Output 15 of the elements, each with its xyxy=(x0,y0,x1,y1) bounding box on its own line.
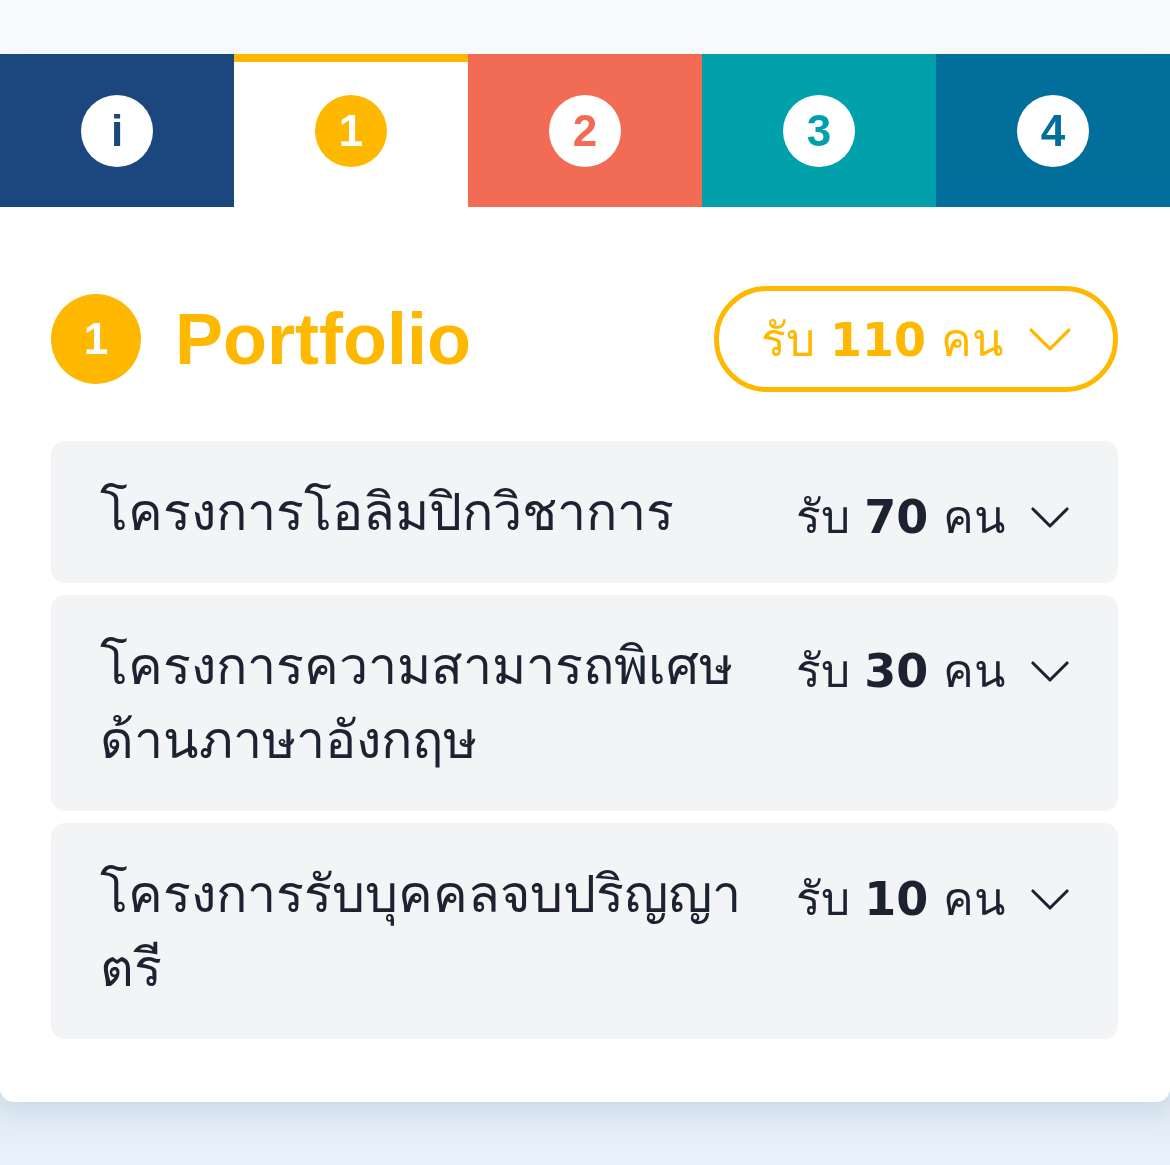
step-tab[interactable]: 3 xyxy=(702,54,936,207)
step-tab[interactable]: 4 xyxy=(936,54,1170,207)
program-title: โครงการความสามารถพิเศษด้านภาษาอังกฤษ xyxy=(100,635,734,772)
step-tab[interactable]: 2 xyxy=(468,54,702,207)
program-row[interactable]: โครงการความสามารถพิเศษด้านภาษาอังกฤษ รับ 30 คน xyxy=(51,595,1118,811)
quota-text: รับ 30 คน xyxy=(795,643,1005,699)
program-title: โครงการโอลิมปิกวิชาการ xyxy=(100,481,675,544)
program-row[interactable]: โครงการรับบุคคลจบปริญญาตรี รับ 10 คน xyxy=(51,823,1118,1039)
quota-text: รับ 10 คน xyxy=(795,871,1005,927)
quota-text: รับ 70 คน xyxy=(795,489,1005,545)
step-tab[interactable]: i xyxy=(0,54,234,207)
program-title: โครงการรับบุคคลจบปริญญาตรี xyxy=(100,863,742,1000)
program-row[interactable]: โครงการโอลิมปิกวิชาการ รับ 70 คน xyxy=(51,441,1118,583)
step-number: 1 xyxy=(51,294,141,384)
section-title: Portfolio xyxy=(175,303,471,375)
